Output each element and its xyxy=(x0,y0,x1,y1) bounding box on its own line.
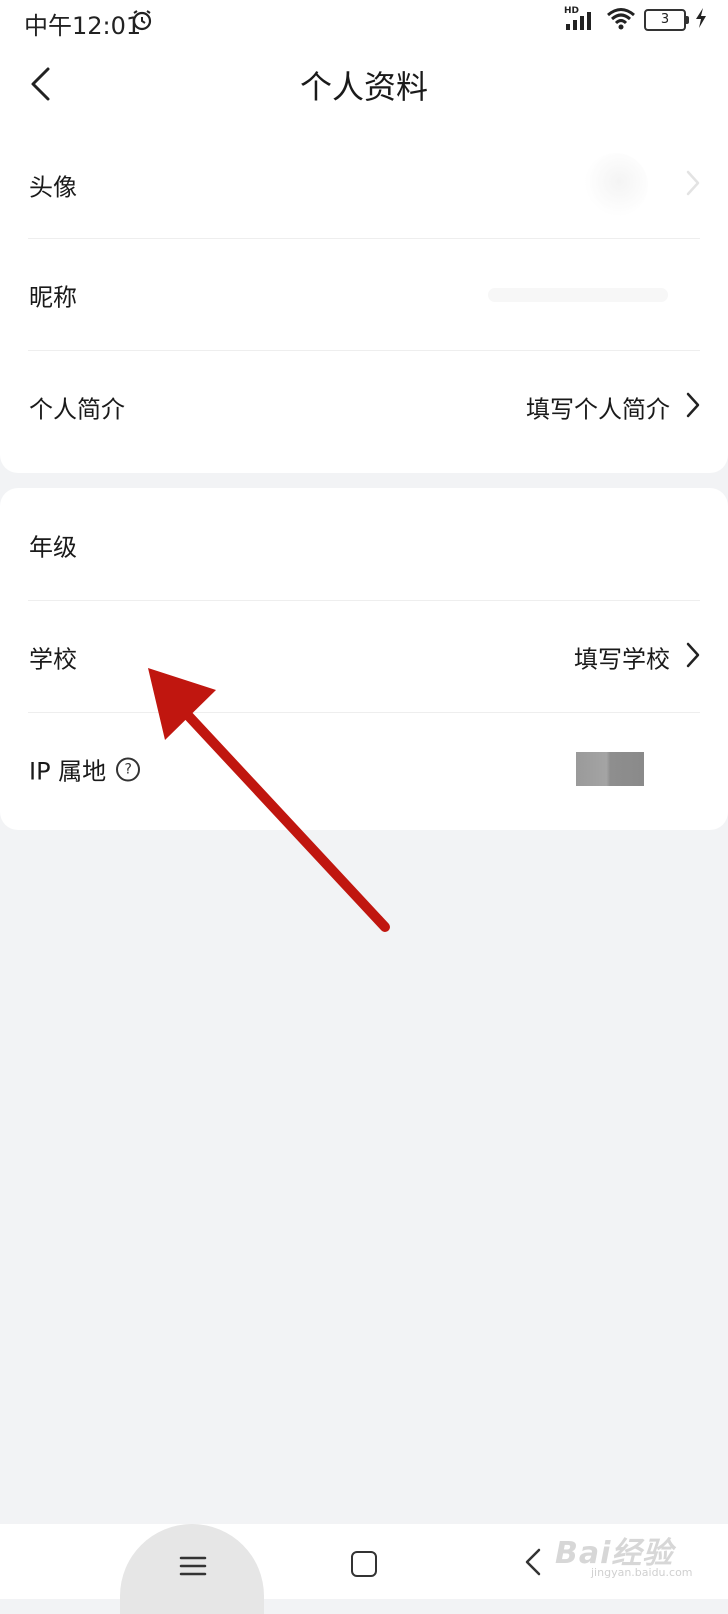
row-grade[interactable]: 年级 xyxy=(0,488,728,602)
row-label: 个人简介 xyxy=(29,395,125,424)
alarm-icon xyxy=(130,8,154,36)
menu-button[interactable] xyxy=(120,1524,264,1614)
menu-icon xyxy=(179,1556,207,1576)
row-value: 填写学校 xyxy=(574,645,670,674)
battery-icon: 3 xyxy=(644,9,689,31)
row-value: 填写个人简介 xyxy=(526,395,670,424)
chevron-right-icon xyxy=(686,642,700,672)
row-bio[interactable]: 个人简介 填写个人简介 xyxy=(0,350,728,464)
row-ip-location: IP 属地 ? xyxy=(0,712,728,826)
row-label: 年级 xyxy=(29,533,77,562)
wifi-icon xyxy=(606,6,636,34)
help-icon[interactable]: ? xyxy=(116,757,141,781)
row-label: IP 属地 xyxy=(29,757,107,786)
header: 个人资料 xyxy=(0,40,728,129)
status-icons: HD 3 xyxy=(564,6,708,34)
school-card: 年级 学校 填写学校 IP 属地 ? xyxy=(0,488,728,830)
row-label: 昵称 xyxy=(29,283,77,312)
battery-level: 3 xyxy=(660,12,670,27)
row-avatar[interactable]: 头像 xyxy=(0,128,728,242)
page-title: 个人资料 xyxy=(299,68,428,106)
watermark-url: jingyan.baidu.com xyxy=(591,1566,693,1579)
status-time: 中午12:01 xyxy=(24,12,142,40)
home-icon[interactable] xyxy=(351,1551,377,1577)
row-nickname[interactable]: 昵称 xyxy=(0,238,728,352)
avatar[interactable] xyxy=(584,153,648,217)
nickname-value xyxy=(488,288,668,302)
row-label: 头像 xyxy=(29,173,77,202)
chevron-right-icon xyxy=(686,392,700,422)
row-label-wrap: IP 属地 ? xyxy=(29,752,141,787)
profile-card: 头像 昵称 个人简介 填写个人简介 xyxy=(0,128,728,473)
status-bar: 中午12:01 HD 3 xyxy=(0,0,728,40)
charging-icon xyxy=(694,7,708,33)
ip-location-value xyxy=(576,752,644,786)
row-school[interactable]: 学校 填写学校 xyxy=(0,600,728,714)
signal-icon: HD xyxy=(564,6,598,32)
chevron-right-icon xyxy=(686,170,700,200)
row-label: 学校 xyxy=(29,645,77,674)
back-icon[interactable] xyxy=(524,1548,542,1580)
